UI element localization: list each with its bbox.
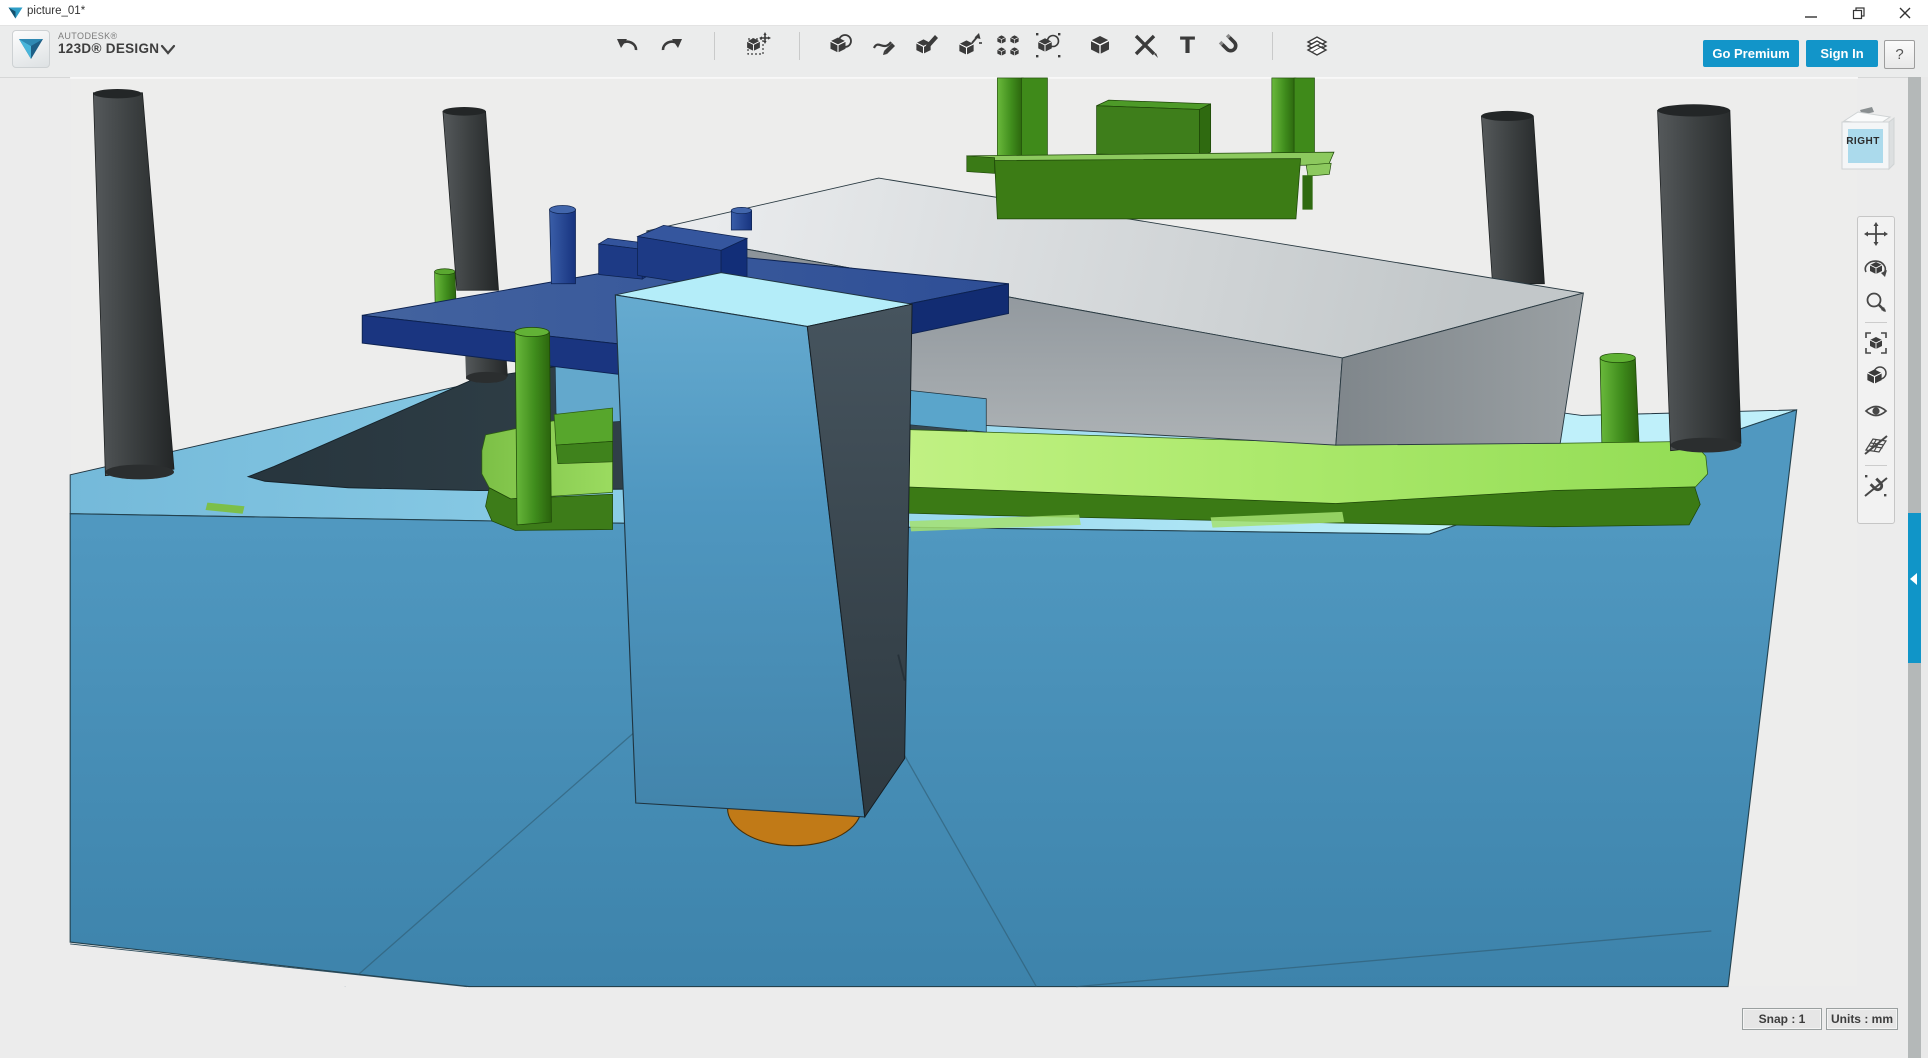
view-cube[interactable]: RIGHT — [1834, 104, 1898, 178]
material-icon[interactable] — [1304, 32, 1330, 58]
document-title: picture_01* — [27, 5, 85, 17]
help-button[interactable]: ? — [1884, 40, 1915, 69]
green-post-tall-top[interactable] — [515, 327, 549, 336]
transform-move-icon[interactable] — [745, 32, 771, 58]
pan-icon[interactable] — [1863, 221, 1889, 247]
window-right-margin — [1921, 77, 1928, 1058]
guide-post-top — [1658, 104, 1730, 116]
collapse-arrow-icon — [1910, 573, 1917, 585]
toolbar-separator — [799, 32, 800, 60]
green-tower-post[interactable] — [997, 78, 1023, 158]
grouping-icon[interactable] — [1035, 32, 1061, 58]
minimize-button[interactable] — [1788, 0, 1834, 25]
guide-post[interactable] — [1658, 110, 1741, 450]
guide-post-top — [93, 89, 141, 98]
green-tower-slab-front[interactable] — [995, 159, 1301, 219]
app-icon — [8, 7, 23, 19]
hide-snap-icon[interactable] — [1863, 473, 1889, 499]
title-bar: picture_01* — [0, 0, 1928, 26]
redo-icon[interactable] — [659, 32, 685, 58]
navy-pin[interactable] — [550, 210, 576, 284]
orbit-icon[interactable] — [1863, 255, 1889, 281]
viewport-top-highlight — [70, 77, 1858, 79]
brand-123d-design: 123D® DESIGN — [58, 42, 159, 57]
zoom-icon[interactable] — [1863, 289, 1889, 315]
navy-pin-top[interactable] — [731, 207, 751, 213]
chevron-down-icon[interactable] — [160, 44, 176, 56]
modify-icon[interactable] — [957, 32, 983, 58]
toolbar-separator — [1272, 32, 1273, 60]
3d-viewport[interactable]: RIGHT — [0, 77, 1928, 1058]
nav-separator — [1865, 465, 1887, 466]
green-post[interactable] — [1600, 358, 1639, 447]
measure-icon[interactable] — [1132, 32, 1158, 58]
green-step-top[interactable] — [554, 408, 612, 445]
guide-post-stub-bottom — [466, 372, 507, 383]
material-shade-icon[interactable] — [1863, 364, 1889, 390]
svg-text:T: T — [1180, 34, 1195, 58]
guide-post-top — [1481, 111, 1533, 121]
toolbar-separator — [714, 32, 715, 60]
side-panel-thumb[interactable] — [1908, 513, 1921, 663]
snap-setting[interactable]: Snap : 1 — [1742, 1008, 1822, 1030]
guide-post-top — [443, 107, 486, 116]
pattern-icon[interactable] — [995, 32, 1021, 58]
green-tower-post[interactable] — [1294, 78, 1314, 158]
construct-icon[interactable] — [914, 32, 940, 58]
units-setting[interactable]: Units : mm — [1826, 1008, 1898, 1030]
model-scene[interactable] — [0, 77, 1928, 1058]
green-post-tall[interactable] — [515, 332, 551, 525]
green-step-front[interactable] — [556, 441, 613, 463]
green-post-top[interactable] — [1600, 353, 1635, 362]
combine-icon[interactable] — [1087, 32, 1113, 58]
guide-post[interactable] — [1481, 116, 1544, 284]
brand-text: AUTODESK® 123D® DESIGN — [58, 32, 159, 57]
navigation-toolbar — [1857, 216, 1895, 524]
undo-icon[interactable] — [614, 32, 640, 58]
go-premium-button[interactable]: Go Premium — [1703, 40, 1799, 67]
green-pin-top[interactable] — [435, 269, 455, 275]
green-tower-slab-tab[interactable] — [1302, 175, 1312, 209]
green-tower-post[interactable] — [1272, 78, 1296, 158]
primitives-icon[interactable] — [827, 32, 853, 58]
guide-post-bottom — [1671, 438, 1741, 453]
green-tower-plate-wing[interactable] — [1306, 163, 1331, 176]
hide-grid-icon[interactable] — [1863, 432, 1889, 458]
green-tower-box-right[interactable] — [1200, 104, 1211, 157]
green-tower-box-front[interactable] — [1097, 106, 1200, 157]
green-tower-post[interactable] — [1021, 78, 1047, 158]
sketch-icon[interactable] — [871, 32, 897, 58]
restore-button[interactable] — [1836, 0, 1882, 25]
navy-block-small-front[interactable] — [599, 244, 643, 279]
view-cube-face-label[interactable]: RIGHT — [1843, 136, 1883, 147]
navy-pin-top[interactable] — [550, 206, 576, 214]
fit-view-icon[interactable] — [1863, 330, 1889, 356]
app-logo[interactable] — [12, 30, 50, 68]
close-icon[interactable] — [1882, 0, 1928, 25]
sign-in-button[interactable]: Sign In — [1806, 40, 1878, 67]
green-tower-plate-wing[interactable] — [967, 156, 995, 174]
main-toolbar: AUTODESK® 123D® DESIGN — [0, 26, 1928, 78]
snap-magnet-icon[interactable] — [1217, 32, 1243, 58]
hide-show-eye-icon[interactable] — [1863, 398, 1889, 424]
guide-post-bottom — [105, 465, 174, 480]
text-icon[interactable]: T — [1175, 32, 1201, 58]
nav-separator — [1865, 322, 1887, 323]
